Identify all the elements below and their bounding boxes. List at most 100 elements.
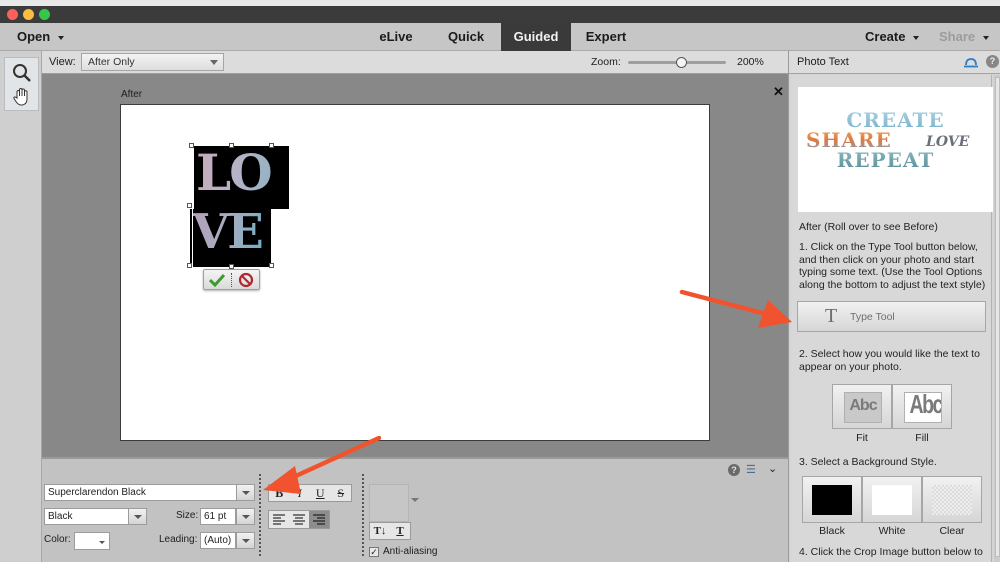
- open-button[interactable]: Open: [17, 23, 65, 51]
- step-2-text: 2. Select how you would like the text to…: [799, 348, 980, 373]
- guided-panel: Photo Text ? CREATE SHARE LOVE REPEAT Af…: [788, 51, 1000, 562]
- transform-handle[interactable]: [187, 203, 192, 208]
- document-canvas[interactable]: LO VE: [120, 104, 710, 441]
- clear-swatch: [932, 485, 972, 515]
- align-center-icon: [293, 514, 305, 525]
- view-select-value: After Only: [88, 56, 135, 68]
- background-clear-button[interactable]: [922, 476, 982, 523]
- fit-option-button[interactable]: Abc: [832, 384, 892, 429]
- type-tool-label: Type Tool: [850, 311, 895, 323]
- tab-expert[interactable]: Expert: [578, 23, 634, 51]
- chevron-down-icon: [99, 541, 105, 544]
- leading-label: Leading:: [159, 534, 198, 545]
- create-button[interactable]: Create: [865, 23, 920, 51]
- align-center-button[interactable]: [289, 511, 309, 528]
- text-bounding-box: [192, 146, 273, 267]
- zoom-tool-icon[interactable]: [12, 63, 32, 83]
- fill-icon: Abc: [904, 392, 942, 423]
- transform-handle[interactable]: [189, 143, 194, 148]
- collapse-chevron-icon[interactable]: ⌄: [768, 462, 777, 475]
- transform-handle[interactable]: [187, 263, 192, 268]
- preview-word-share: SHARE: [806, 128, 892, 152]
- font-style-dropdown-button[interactable]: [128, 508, 147, 525]
- background-black-button[interactable]: [802, 476, 862, 523]
- transform-handle[interactable]: [269, 143, 274, 148]
- strikethrough-button[interactable]: S: [331, 485, 352, 501]
- background-white-button[interactable]: [862, 476, 922, 523]
- tool-group: [4, 57, 39, 111]
- font-family-field[interactable]: Superclarendon Black: [44, 484, 238, 501]
- black-label: Black: [819, 525, 845, 537]
- fill-option-button[interactable]: Abc: [892, 384, 952, 429]
- open-label: Open: [17, 29, 51, 44]
- zoom-window-button[interactable]: [39, 9, 50, 20]
- alignment-button-group: [268, 510, 330, 529]
- zoom-value: 200%: [737, 56, 764, 68]
- fill-icon-glyph: Abc: [909, 392, 942, 419]
- fit-label: Fit: [856, 432, 868, 444]
- share-button[interactable]: Share: [939, 23, 990, 51]
- cancel-icon[interactable]: [238, 272, 254, 288]
- view-caption: After: [121, 89, 143, 100]
- list-menu-icon[interactable]: ☰: [746, 463, 756, 476]
- minimize-window-button[interactable]: [23, 9, 34, 20]
- text-color-preview[interactable]: [369, 484, 409, 522]
- leading-dropdown-button[interactable]: [236, 532, 255, 549]
- commit-cancel-group: [203, 269, 260, 290]
- chevron-down-icon: [913, 35, 920, 40]
- preview-image: CREATE SHARE LOVE REPEAT: [798, 87, 993, 212]
- size-label: Size:: [176, 510, 199, 521]
- bold-button[interactable]: B: [269, 485, 290, 501]
- panel-scrollbar[interactable]: [994, 75, 1000, 562]
- close-window-button[interactable]: [7, 9, 18, 20]
- toolbox: [0, 51, 42, 562]
- size-field[interactable]: 61 pt: [200, 508, 236, 525]
- align-left-button[interactable]: [269, 511, 289, 528]
- scrollbar-thumb[interactable]: [995, 77, 1000, 557]
- color-swatch-button[interactable]: [74, 532, 110, 550]
- zoom-slider[interactable]: [628, 57, 726, 68]
- vertical-text-button[interactable]: T↓: [370, 523, 390, 539]
- tab-quick[interactable]: Quick: [438, 23, 494, 51]
- transform-handle[interactable]: [269, 263, 274, 268]
- hand-tool-icon[interactable]: [12, 87, 32, 107]
- separator: [259, 474, 261, 556]
- preview-word-repeat: REPEAT: [798, 150, 993, 170]
- tool-options-bar: ? ☰ ⌄ Superclarendon Black Black Size: 6…: [42, 457, 788, 562]
- preview-caption: After (Roll over to see Before): [799, 221, 938, 233]
- transform-handle[interactable]: [229, 143, 234, 148]
- title-bar: [0, 6, 1000, 23]
- tab-elive[interactable]: eLive: [370, 23, 422, 51]
- chevron-down-icon[interactable]: [411, 498, 419, 502]
- create-label: Create: [865, 29, 906, 44]
- close-icon[interactable]: ✕: [773, 84, 784, 100]
- panel-title: Photo Text: [797, 56, 849, 68]
- underline-button[interactable]: U: [310, 485, 331, 501]
- font-family-dropdown-button[interactable]: [236, 484, 255, 501]
- anti-aliasing-checkbox[interactable]: ✓: [369, 547, 379, 557]
- zoom-slider-thumb[interactable]: [676, 57, 688, 68]
- align-right-icon: [313, 514, 325, 525]
- leading-field[interactable]: (Auto): [200, 532, 236, 549]
- size-dropdown-button[interactable]: [236, 508, 255, 525]
- chevron-down-icon: [58, 35, 65, 40]
- chevron-down-icon: [210, 60, 218, 65]
- align-right-button[interactable]: [309, 511, 329, 528]
- commit-checkmark-icon[interactable]: [209, 273, 225, 287]
- step-4-text: 4. Click the Crop Image button below to: [799, 546, 983, 558]
- tab-guided[interactable]: Guided: [501, 23, 571, 51]
- fill-label: Fill: [915, 432, 929, 444]
- black-swatch: [812, 485, 852, 515]
- help-icon[interactable]: ?: [986, 55, 999, 68]
- color-label: Color:: [44, 534, 71, 545]
- share-label: Share: [939, 29, 976, 44]
- font-style-field[interactable]: Black: [44, 508, 129, 525]
- warp-text-button[interactable]: T: [390, 523, 410, 539]
- italic-button[interactable]: I: [290, 485, 311, 501]
- type-tool-icon: T: [825, 305, 838, 327]
- help-icon[interactable]: ?: [728, 464, 740, 476]
- align-left-icon: [273, 514, 285, 525]
- view-select[interactable]: After Only: [81, 53, 224, 71]
- type-tool-button[interactable]: T Type Tool: [797, 301, 986, 332]
- reset-panel-icon[interactable]: [964, 56, 978, 68]
